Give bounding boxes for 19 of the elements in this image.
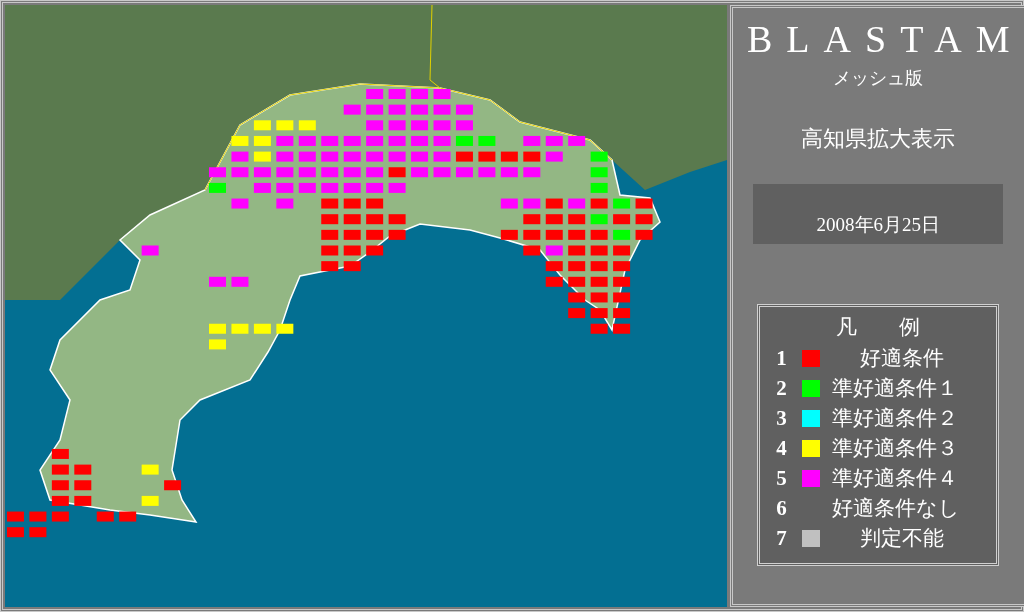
legend-number: 3 [776,405,788,431]
legend-number: 4 [776,435,788,461]
legend-label: 好適条件なし [832,495,962,522]
legend-label: 準好適条件３ [832,435,960,462]
legend-number: 7 [776,525,788,551]
app-subtitle: メッシュ版 [833,67,924,90]
date-display: 2008年6月25日 [753,184,1004,244]
legend-number: 5 [776,465,788,491]
legend-number: 6 [776,495,788,521]
legend-number: 1 [776,345,788,371]
view-label: 高知県拡大表示 [801,125,956,153]
legend-label: 好適条件 [859,345,946,372]
legend-label: 準好適条件１ [832,375,960,402]
legend-title: 凡 例 [835,314,922,341]
legend-label: 判定不能 [859,525,946,552]
legend-label: 準好適条件４ [832,465,960,492]
legend-number: 2 [776,375,788,401]
legend-label: 準好適条件２ [832,405,960,432]
app-title: BLASTAM [746,20,1024,58]
